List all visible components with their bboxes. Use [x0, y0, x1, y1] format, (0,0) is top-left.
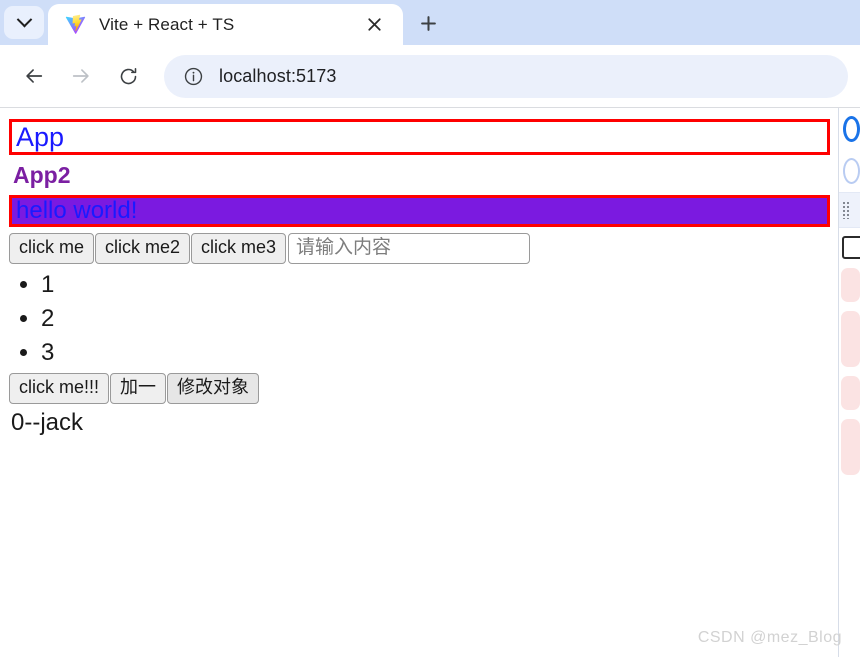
list-item: 1	[41, 268, 830, 302]
app-component-block: App	[9, 119, 830, 155]
new-tab-button[interactable]	[411, 6, 445, 40]
circle-outline-faded-icon	[843, 158, 860, 184]
chevron-down-icon	[16, 11, 32, 28]
modify-object-button[interactable]: 修改对象	[167, 373, 260, 404]
number-list: 1 2 3	[9, 268, 830, 370]
tab-strip-empty-area	[445, 4, 860, 45]
app2-heading: App2	[13, 162, 71, 188]
hello-world-block: hello world!	[9, 195, 830, 227]
state-output-text: 0--jack	[11, 408, 84, 436]
side-panel-item[interactable]	[841, 268, 860, 302]
forward-button[interactable]	[61, 56, 101, 96]
side-panel-item[interactable]	[841, 311, 860, 367]
side-panel-icon-row-1[interactable]	[839, 108, 860, 150]
browser-toolbar: localhost:5173	[0, 45, 860, 108]
side-panel	[838, 108, 860, 657]
plus-icon	[420, 15, 437, 32]
square-outline-icon[interactable]	[842, 236, 860, 259]
page-content: App App2 hello world! click me click me2…	[0, 108, 838, 657]
click-me-exclaim-button[interactable]: click me!!!	[9, 373, 110, 404]
app-heading: App	[16, 121, 65, 152]
hello-world-text: hello world!	[16, 197, 138, 224]
drag-dots-icon	[842, 201, 850, 219]
click-me2-button[interactable]: click me2	[95, 233, 191, 264]
address-bar[interactable]: localhost:5173	[164, 54, 848, 98]
button-row-secondary: click me!!! 加一 修改对象	[9, 373, 830, 404]
side-panel-icon-row-2[interactable]	[839, 150, 860, 192]
tab-search-button-bg	[4, 6, 44, 39]
tab-strip: Vite + React + TS	[0, 0, 860, 45]
info-circle-icon[interactable]	[180, 63, 206, 89]
page-viewport: App App2 hello world! click me click me2…	[0, 108, 860, 657]
tab-title: Vite + React + TS	[99, 14, 235, 34]
arrow-left-icon	[23, 65, 45, 87]
arrow-right-icon	[70, 65, 92, 87]
list-item: 2	[41, 302, 830, 336]
button-row-primary: click me click me2 click me3	[9, 233, 830, 264]
side-panel-item[interactable]	[841, 376, 860, 410]
click-me-button[interactable]: click me	[9, 233, 95, 264]
increment-button[interactable]: 加一	[110, 373, 167, 404]
tab-search-button[interactable]	[0, 0, 48, 45]
browser-tab-active[interactable]: Vite + React + TS	[48, 4, 403, 45]
back-button[interactable]	[14, 56, 54, 96]
reload-button[interactable]	[108, 56, 148, 96]
reload-icon	[118, 66, 139, 87]
list-item: 3	[41, 336, 830, 370]
vite-logo-icon	[64, 14, 86, 36]
click-me3-button[interactable]: click me3	[191, 233, 287, 264]
side-panel-item[interactable]	[841, 419, 860, 475]
close-icon[interactable]	[361, 12, 387, 38]
circle-outline-icon	[843, 116, 860, 142]
url-text: localhost:5173	[219, 65, 337, 86]
browser-window: Vite + React + TS localhost:5173 App App…	[0, 0, 860, 658]
side-panel-drag-handle[interactable]	[839, 192, 860, 228]
watermark: CSDN @mez_Blog	[697, 629, 842, 646]
content-input[interactable]	[288, 233, 531, 264]
